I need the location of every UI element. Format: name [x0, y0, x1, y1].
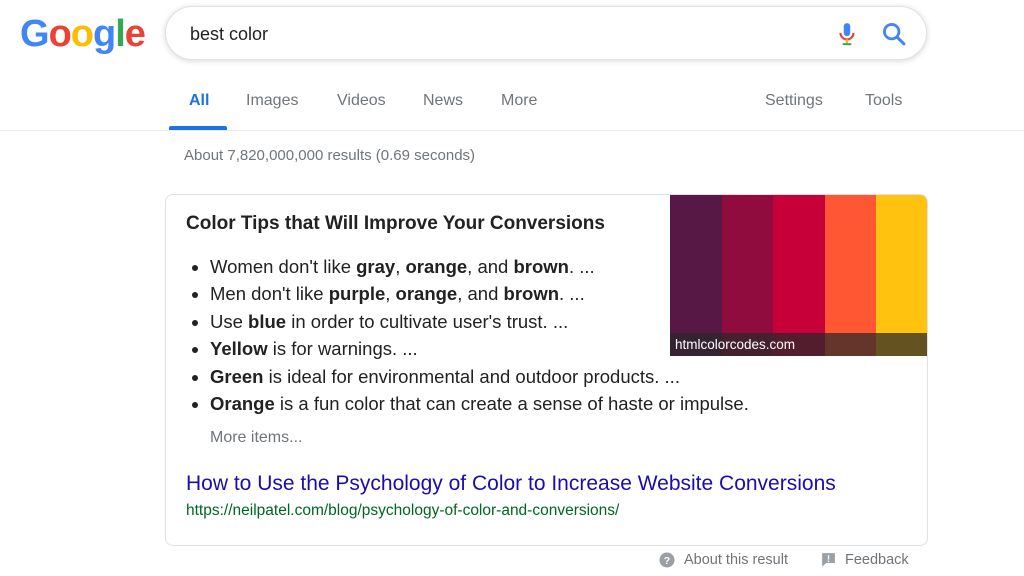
list-text: , and — [467, 256, 514, 277]
bold-term: gray — [356, 256, 396, 277]
logo-letter: g — [93, 13, 116, 55]
help-circle-icon: ? — [659, 552, 675, 568]
logo-letter: e — [124, 13, 146, 55]
snippet-title: Color Tips that Will Improve Your Conver… — [186, 213, 605, 234]
bold-term: brown — [503, 283, 560, 305]
feedback-button[interactable]: Feedback — [820, 551, 909, 568]
logo-letter: o — [48, 13, 72, 55]
bold-term: orange — [395, 283, 458, 305]
search-box — [165, 6, 927, 60]
logo-letter: G — [20, 13, 50, 55]
bold-term: blue — [248, 310, 287, 332]
list-item: Orange is a fun color that can create a … — [210, 390, 749, 417]
more-items-link[interactable]: More items... — [210, 429, 302, 447]
feedback-icon — [822, 553, 835, 567]
feedback-label: Feedback — [845, 551, 909, 568]
result-url: https://neilpatel.com/blog/psychology-of… — [186, 502, 620, 519]
image-caption: htmlcolorcodes.com — [670, 333, 927, 356]
list-text: . ... — [559, 283, 585, 305]
list-text: , — [395, 256, 406, 277]
bold-term: purple — [328, 283, 386, 305]
list-text: Men don't like — [210, 283, 329, 305]
list-item: Use blue in order to cultivate user's tr… — [210, 308, 749, 335]
search-tabs: All Images Videos News More Settings Too… — [0, 78, 1024, 131]
result-title-link[interactable]: How to Use the Psychology of Color to In… — [186, 472, 836, 496]
about-this-result[interactable]: ? About this result — [658, 551, 788, 569]
logo-letter: o — [70, 13, 94, 55]
google-logo[interactable]: Google — [20, 10, 146, 58]
about-label: About this result — [684, 552, 788, 568]
list-text: is ideal for environmental and outdoor p… — [263, 365, 680, 387]
list-text: Women don't like — [210, 256, 357, 277]
snippet-list: Women don't like gray, orange, and brown… — [210, 253, 749, 417]
bold-term: Yellow — [210, 338, 268, 360]
list-text: is a fun color that can create a sense o… — [274, 393, 749, 415]
list-text: in order to cultivate user's trust. ... — [286, 310, 569, 332]
tab-news[interactable]: News — [423, 92, 463, 110]
tab-all[interactable]: All — [189, 92, 209, 110]
tab-images[interactable]: Images — [246, 92, 298, 110]
microphone-icon[interactable] — [834, 21, 860, 47]
list-text: , — [385, 283, 396, 305]
bold-term: Green — [210, 365, 264, 387]
list-item: Green is ideal for environmental and out… — [210, 363, 749, 390]
search-icon[interactable] — [880, 20, 908, 48]
active-tab-indicator — [169, 126, 227, 130]
tab-settings[interactable]: Settings — [765, 92, 823, 110]
svg-text:?: ? — [664, 555, 670, 567]
swatch-bar — [721, 195, 774, 356]
bold-term: orange — [405, 256, 468, 277]
tab-more[interactable]: More — [501, 92, 537, 110]
list-item: Women don't like gray, orange, and brown… — [210, 253, 749, 280]
list-item: Yellow is for warnings. ... — [210, 335, 749, 362]
logo-letter: l — [115, 13, 126, 55]
swatch-bar — [876, 195, 927, 356]
bold-term: brown — [513, 256, 569, 277]
list-text: . ... — [568, 256, 595, 277]
featured-snippet: Color Tips that Will Improve Your Conver… — [165, 194, 928, 546]
color-swatch-image[interactable] — [670, 195, 927, 356]
search-input[interactable] — [190, 20, 810, 48]
result-stats: About 7,820,000,000 results (0.69 second… — [184, 147, 476, 164]
list-text: Use — [210, 310, 249, 332]
list-item: Men don't like purple, orange, and brown… — [210, 280, 749, 307]
swatch-bar — [824, 195, 877, 356]
swatch-bar — [670, 195, 722, 356]
tab-videos[interactable]: Videos — [337, 92, 386, 110]
bold-term: Orange — [210, 393, 275, 415]
tab-tools[interactable]: Tools — [865, 92, 902, 110]
swatch-bar — [773, 195, 825, 356]
list-text: , and — [457, 283, 504, 305]
list-text: is for warnings. ... — [267, 338, 418, 360]
